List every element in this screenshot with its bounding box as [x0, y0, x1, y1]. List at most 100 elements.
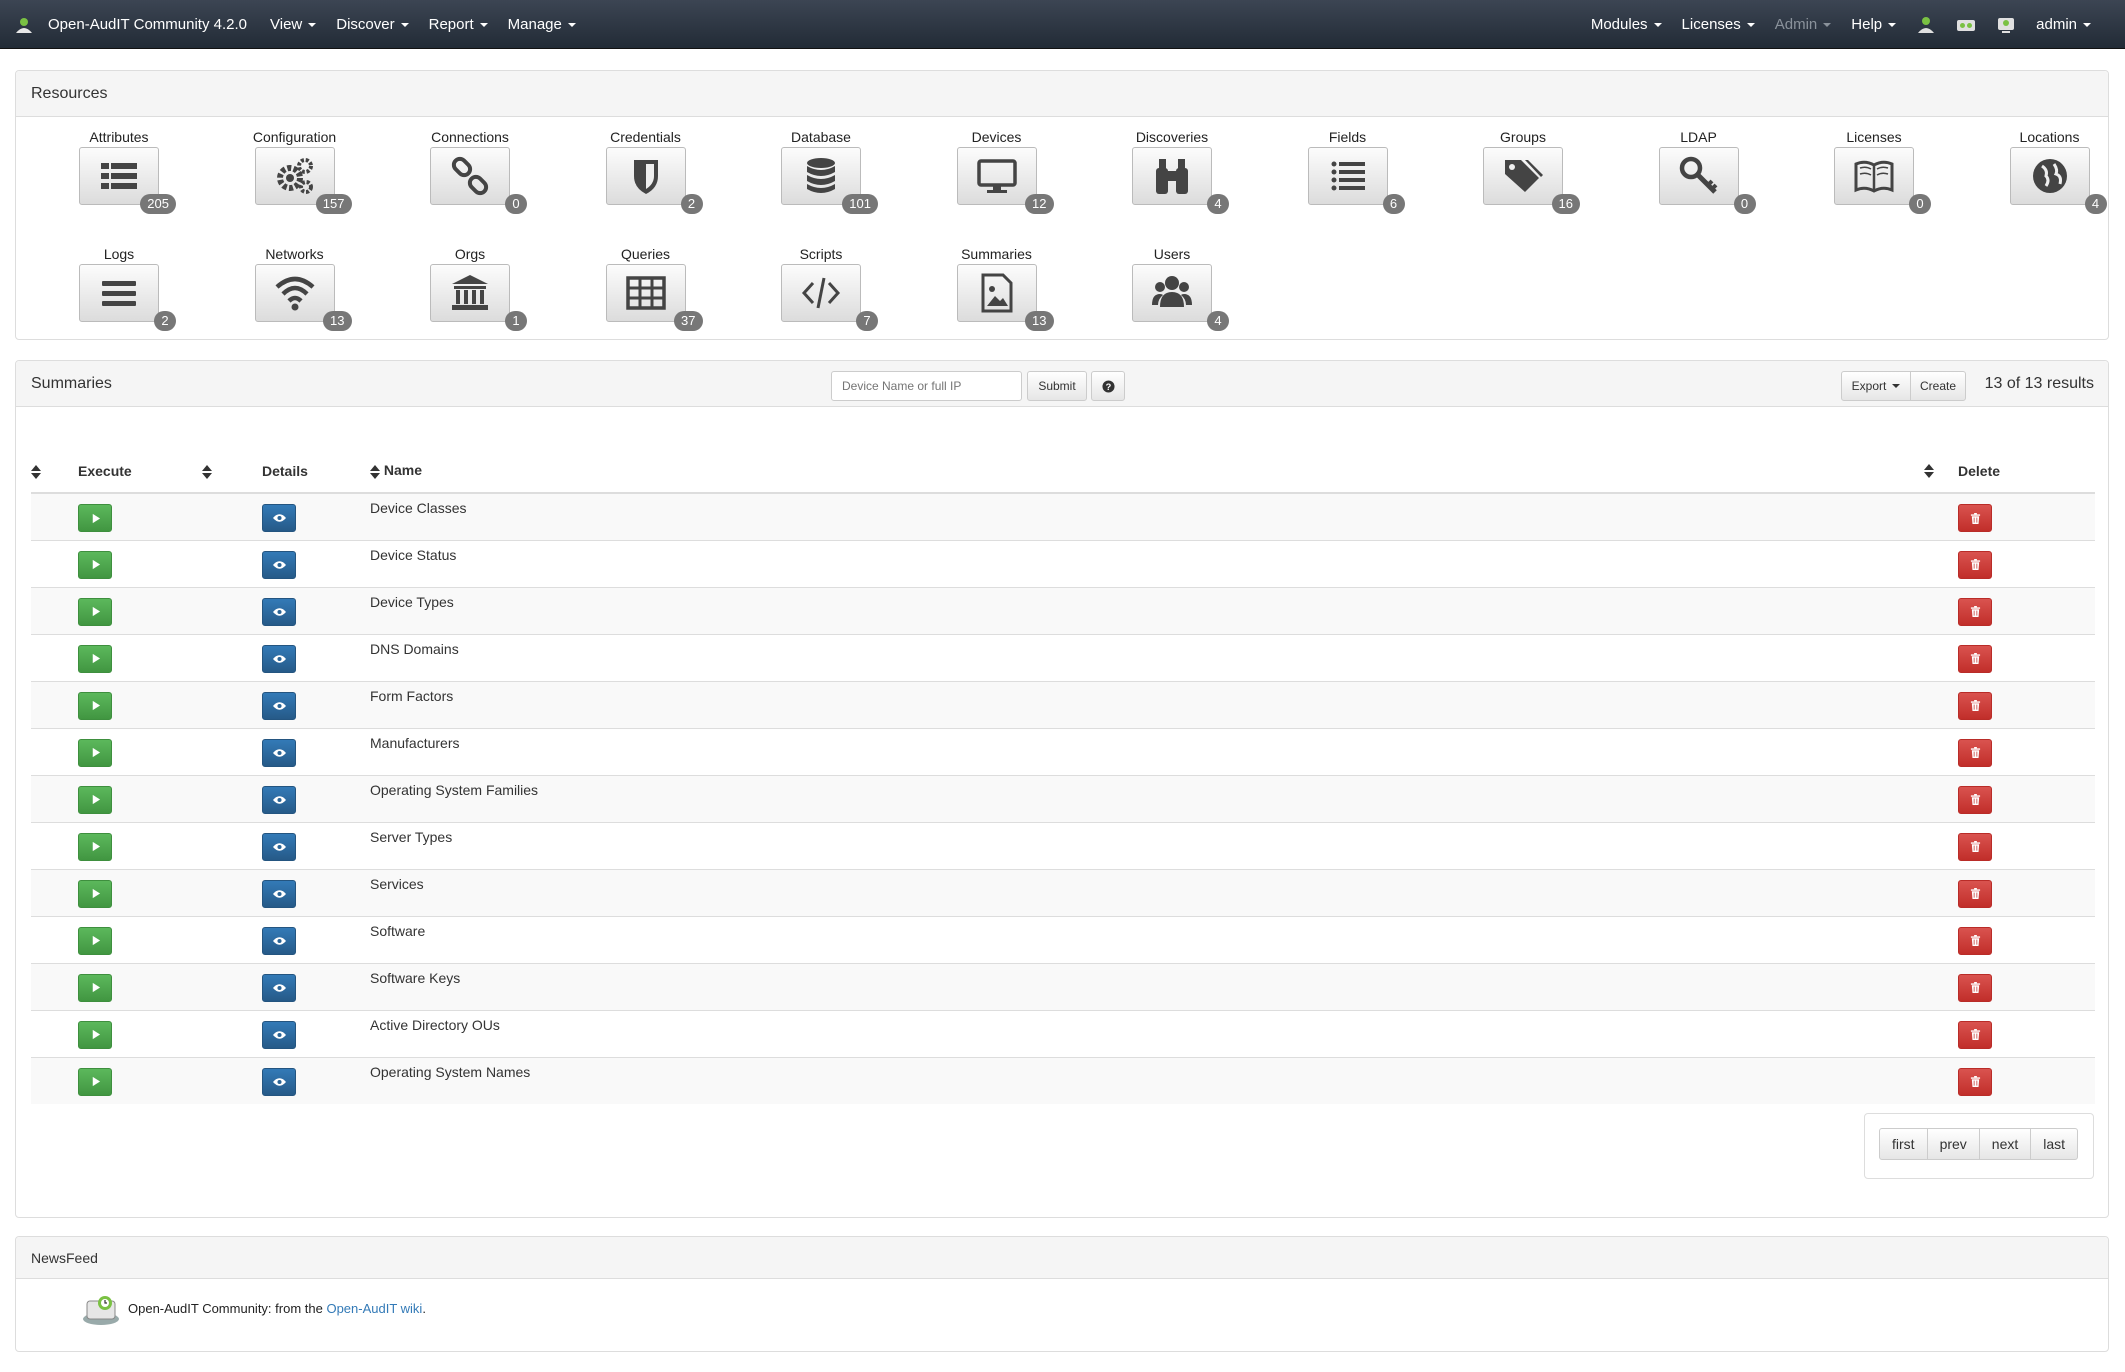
page-first-button[interactable]: first	[1879, 1128, 1928, 1160]
details-button[interactable]	[262, 832, 296, 861]
sort-col-1[interactable]	[31, 449, 78, 494]
resource-button-licenses[interactable]: 0	[1834, 147, 1931, 214]
resource-button-users[interactable]: 4	[1132, 264, 1229, 331]
export-button[interactable]: Export	[1841, 371, 1911, 401]
resource-tile-devices: Devices 12	[927, 127, 1067, 214]
help-button[interactable]: ?	[1091, 371, 1125, 401]
sort-col-2[interactable]	[202, 449, 262, 494]
resource-button-configuration[interactable]: 157	[254, 147, 352, 214]
nav-help[interactable]: Help	[1851, 16, 1897, 33]
execute-button[interactable]	[78, 973, 112, 1002]
delete-button[interactable]	[1958, 1020, 1992, 1049]
brand[interactable]: Open-AudIT Community 4.2.0	[14, 0, 247, 49]
sort-icon[interactable]	[1924, 464, 1934, 478]
resource-button-orgs[interactable]: 1	[430, 264, 527, 331]
details-button[interactable]	[262, 691, 296, 720]
nav-user-status[interactable]	[1915, 14, 1937, 36]
details-button[interactable]	[262, 644, 296, 673]
nav-admin[interactable]: Admin	[1775, 16, 1832, 33]
sort-icon	[370, 464, 380, 479]
page-next-button[interactable]: next	[1978, 1128, 2032, 1160]
details-button[interactable]	[262, 926, 296, 955]
submit-button[interactable]: Submit	[1027, 371, 1087, 401]
desktop-icon	[976, 159, 1017, 193]
nav-discover[interactable]: Discover	[336, 16, 409, 33]
nav-manage[interactable]: Manage	[508, 16, 576, 33]
details-button[interactable]	[262, 973, 296, 1002]
file-image-icon	[981, 273, 1012, 313]
resource-button-fields[interactable]: 6	[1307, 147, 1405, 214]
nav-user-menu[interactable]: admin	[2036, 16, 2091, 33]
details-button[interactable]	[262, 1067, 296, 1096]
resource-button-discoveries[interactable]: 4	[1132, 147, 1229, 214]
resource-button-logs[interactable]: 2	[79, 264, 176, 331]
trash-icon	[1970, 747, 1980, 758]
delete-button[interactable]	[1958, 926, 1992, 955]
details-button[interactable]	[262, 1020, 296, 1049]
details-cell	[262, 915, 370, 963]
execute-button[interactable]	[78, 644, 112, 673]
execute-button[interactable]	[78, 597, 112, 626]
resource-button-locations[interactable]: 4	[2009, 147, 2107, 214]
nav-report[interactable]: Report	[429, 16, 488, 33]
execute-button[interactable]	[78, 738, 112, 767]
resource-button-devices[interactable]: 12	[956, 147, 1054, 214]
delete-button[interactable]	[1958, 832, 1992, 861]
globe-icon	[2032, 159, 2067, 193]
resource-label: Groups	[1500, 129, 1546, 145]
details-button[interactable]	[262, 785, 296, 814]
page-prev-button[interactable]: prev	[1926, 1128, 1980, 1160]
resource-button-networks[interactable]: 13	[254, 264, 352, 331]
list-icon	[101, 163, 137, 189]
delete-button[interactable]	[1958, 644, 1992, 673]
resource-button-summaries[interactable]: 13	[956, 264, 1054, 331]
delete-button[interactable]	[1958, 1067, 1992, 1096]
delete-button[interactable]	[1958, 879, 1992, 908]
resource-button-ldap[interactable]: 0	[1658, 147, 1756, 214]
resource-button-connections[interactable]: 0	[430, 147, 527, 214]
details-button[interactable]	[262, 738, 296, 767]
details-button[interactable]	[262, 504, 296, 532]
resource-count-badge: 6	[1382, 194, 1405, 214]
delete-cell	[1958, 586, 2095, 634]
execute-button[interactable]	[78, 550, 112, 579]
resource-button-credentials[interactable]: 2	[605, 147, 703, 214]
delete-button[interactable]	[1958, 973, 1992, 1002]
resource-button-scripts[interactable]: 7	[781, 264, 878, 331]
delete-button[interactable]	[1958, 785, 1992, 814]
nav-tape[interactable]	[1955, 14, 1977, 36]
execute-button[interactable]	[78, 691, 112, 720]
details-button[interactable]	[262, 597, 296, 626]
nav-view[interactable]: View	[270, 16, 317, 33]
execute-button[interactable]	[78, 1020, 112, 1049]
details-button[interactable]	[262, 879, 296, 908]
details-button[interactable]	[262, 550, 296, 579]
execute-button[interactable]	[78, 504, 112, 532]
caret-down-icon	[308, 22, 317, 27]
execute-button[interactable]	[78, 879, 112, 908]
resource-label: Connections	[431, 129, 509, 145]
device-search-input[interactable]	[831, 371, 1022, 401]
delete-button[interactable]	[1958, 597, 1992, 626]
delete-button[interactable]	[1958, 738, 1992, 767]
name-header[interactable]: Name	[370, 449, 1958, 494]
open-audit-wiki-link[interactable]: Open-AudIT wiki	[326, 1301, 422, 1316]
delete-button[interactable]	[1958, 504, 1992, 532]
resource-button-database[interactable]: 101	[781, 147, 878, 214]
resource-button-attributes[interactable]: 205	[79, 147, 176, 214]
execute-button[interactable]	[78, 1067, 112, 1096]
delete-button[interactable]	[1958, 550, 1992, 579]
nav-monitor[interactable]	[1995, 14, 2017, 36]
nav-modules[interactable]: Modules	[1591, 16, 1662, 33]
details-cell	[262, 821, 370, 869]
page-last-button[interactable]: last	[2030, 1128, 2079, 1160]
delete-button[interactable]	[1958, 691, 1992, 720]
nav-licenses[interactable]: Licenses	[1682, 16, 1755, 33]
create-button[interactable]: Create	[1910, 371, 1966, 401]
execute-button[interactable]	[78, 785, 112, 814]
execute-button[interactable]	[78, 926, 112, 955]
resource-tile-connections: Connections 0	[400, 127, 540, 214]
execute-button[interactable]	[78, 832, 112, 861]
resource-button-groups[interactable]: 16	[1483, 147, 1580, 214]
resource-button-queries[interactable]: 37	[605, 264, 703, 331]
